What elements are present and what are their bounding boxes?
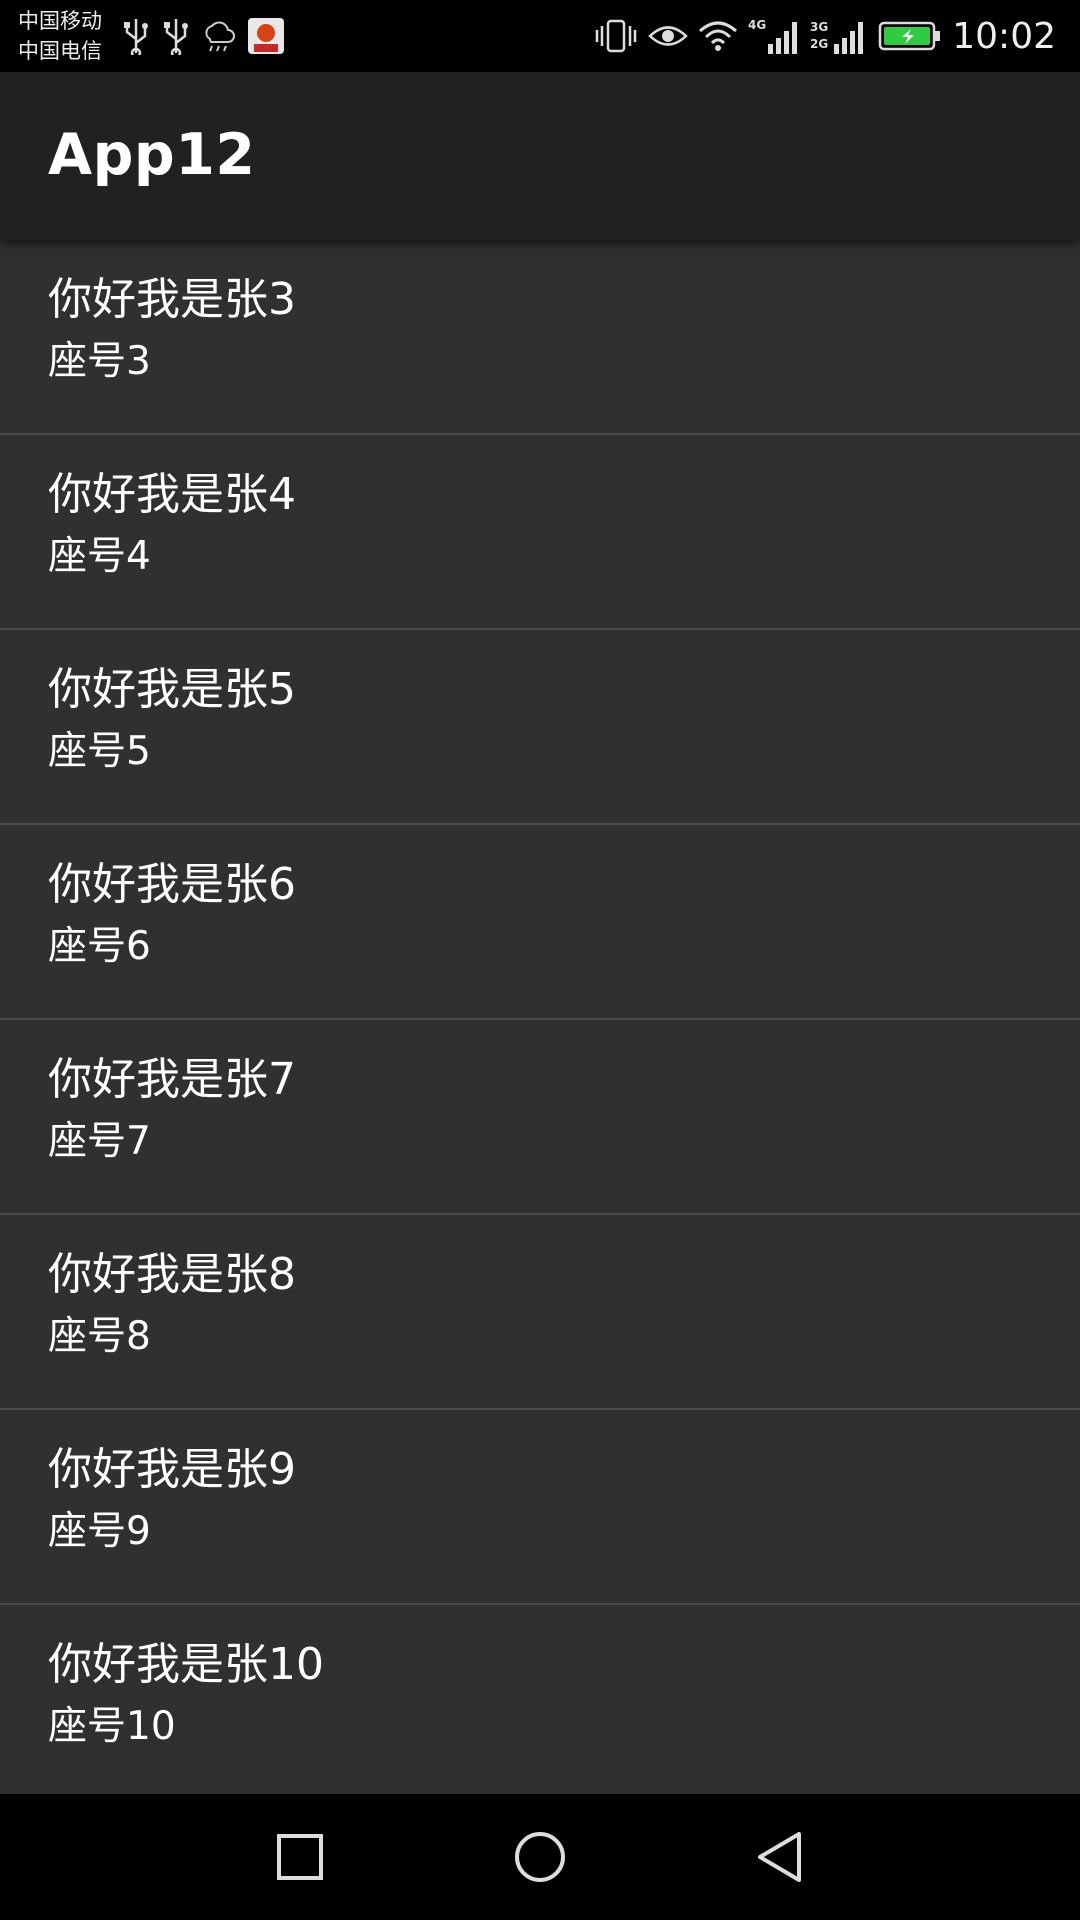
list-item-title: 你好我是张4 [48,469,296,520]
back-button[interactable] [747,1824,813,1890]
list-item-seat: 座号5 [48,729,151,774]
back-triangle-icon [758,1832,801,1882]
navigation-bar [0,1794,1080,1920]
list-item-seat: 座号7 [48,1119,151,1164]
list-item[interactable]: 你好我是张5 座号5 [0,630,1080,825]
eye-comfort-icon [648,21,689,51]
carrier-1: 中国移动 [18,9,102,33]
list-item[interactable]: 你好我是张10 座号10 [0,1605,1080,1794]
signal-4g-icon: 4G [748,16,800,56]
battery-charging-icon [878,20,942,52]
list-item-title: 你好我是张7 [48,1054,296,1105]
usb-icon [122,17,150,55]
list-item-title: 你好我是张6 [48,859,296,910]
recents-button[interactable] [267,1824,333,1890]
student-list: 你好我是张3 座号3 你好我是张4 座号4 你好我是张5 座号5 你好我是张6 … [0,240,1080,1794]
list-item-title: 你好我是张9 [48,1444,296,1495]
list-item-seat: 座号3 [48,339,151,384]
home-button[interactable] [507,1824,573,1890]
list-item[interactable]: 你好我是张6 座号6 [0,825,1080,1020]
weather-cloud-icon [202,19,236,53]
list-item-seat: 座号9 [48,1509,151,1554]
app-bar: App12 [0,72,1080,240]
list-item[interactable]: 你好我是张4 座号4 [0,435,1080,630]
list-item-title: 你好我是张10 [48,1639,324,1690]
list-item[interactable]: 你好我是张7 座号7 [0,1020,1080,1215]
status-icons-right: 4G 3G 2G 10:02 [584,12,1056,60]
list-item-seat: 座号6 [48,924,151,969]
svg-text:2G: 2G [810,37,828,51]
vibrate-icon [594,18,638,54]
status-clock: 10:02 [952,15,1056,57]
carrier-labels: 中国移动 中国电信 [18,6,102,66]
usb-icon [162,17,190,55]
home-circle-icon [515,1832,565,1882]
status-icons-left [122,16,296,56]
list-item-title: 你好我是张3 [48,274,296,325]
wifi-icon [698,19,738,53]
list-item[interactable]: 你好我是张8 座号8 [0,1215,1080,1410]
recents-square-icon [277,1834,323,1880]
svg-text:3G: 3G [810,20,828,34]
svg-text:4G: 4G [748,18,766,32]
list-item[interactable]: 你好我是张9 座号9 [0,1410,1080,1605]
list-item[interactable]: 你好我是张3 座号3 [0,240,1080,435]
status-bar: 中国移动 中国电信 4G 3G 2G 10:02 [0,0,1080,72]
list-item-seat: 座号8 [48,1314,151,1359]
list-item-title: 你好我是张5 [48,664,296,715]
list-item-seat: 座号10 [48,1704,176,1749]
signal-3g-2g-icon: 3G 2G [810,16,868,56]
app-title: App12 [48,122,256,188]
list-item-title: 你好我是张8 [48,1249,296,1300]
app-notification-icon [248,18,284,54]
list-item-seat: 座号4 [48,534,151,579]
carrier-2: 中国电信 [18,39,102,63]
